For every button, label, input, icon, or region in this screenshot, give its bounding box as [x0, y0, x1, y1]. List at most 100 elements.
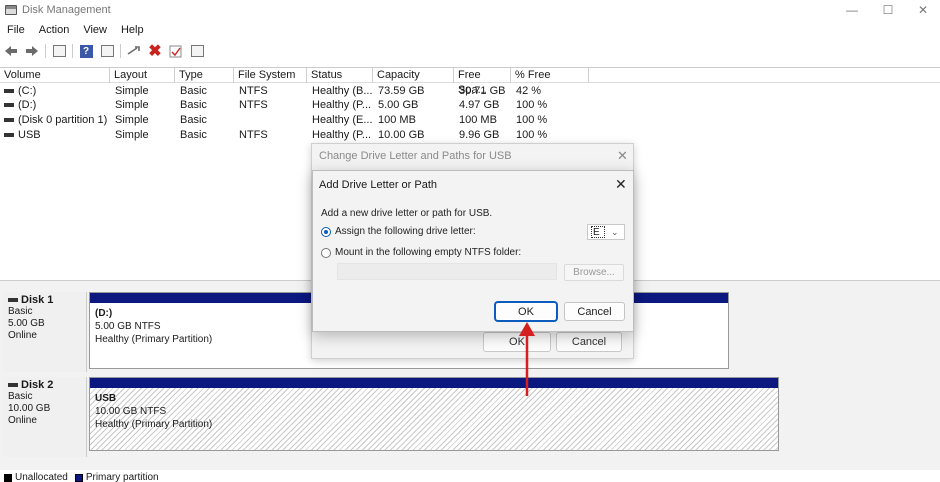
ok-button[interactable]: OK: [495, 302, 557, 321]
disk-size: 5.00 GB: [8, 318, 45, 329]
assign-letter-option[interactable]: Assign the following drive letter:: [321, 226, 476, 237]
delete-icon[interactable]: ✖: [147, 43, 163, 60]
toolbar-divider: [72, 44, 73, 58]
percent-free-cell: 42 %: [516, 85, 542, 97]
disk-list-icon[interactable]: [51, 44, 67, 59]
drive-icon: [4, 89, 14, 94]
layout-cell: Simple: [115, 114, 149, 126]
assign-letter-label: Assign the following drive letter:: [335, 226, 476, 237]
disk-2-info[interactable]: Disk 2 Basic 10.00 GB Online: [3, 377, 87, 457]
chevron-down-icon: ⌄: [611, 226, 619, 237]
cancel-button[interactable]: Cancel: [556, 332, 622, 352]
help-icon[interactable]: ?: [78, 44, 94, 59]
back-arrow-icon[interactable]: [3, 44, 19, 59]
volume-cell: USB: [4, 128, 41, 142]
disk-1-info[interactable]: Disk 1 Basic 5.00 GB Online: [3, 292, 87, 372]
capacity-cell: 10.00 GB: [378, 129, 425, 141]
drive-letter-value: E: [591, 226, 605, 238]
capacity-cell: 5.00 GB: [378, 99, 419, 111]
partition-status: Healthy (Primary Partition): [95, 419, 213, 430]
folder-path-input: [337, 263, 557, 280]
radio-selected-icon[interactable]: [321, 226, 331, 237]
status-cell: Healthy (P...: [312, 129, 372, 141]
table-row[interactable]: USB Simple Basic NTFS Healthy (P... 10.0…: [0, 128, 600, 142]
drive-letter-select[interactable]: E ⌄: [587, 224, 625, 240]
disk-name: Disk 2: [3, 379, 86, 391]
partition-usb[interactable]: USB 10.00 GB NTFS Healthy (Primary Parti…: [89, 377, 779, 451]
annotation-arrow-icon: [519, 322, 535, 396]
layout-cell: Simple: [115, 99, 149, 111]
volume-table-header: Volume Layout Type File System Status Ca…: [0, 67, 940, 96]
mount-folder-option[interactable]: Mount in the following empty NTFS folder…: [321, 247, 521, 258]
dialog-title: Change Drive Letter and Paths for USB: [319, 150, 512, 162]
properties-icon[interactable]: [99, 44, 115, 59]
volume-cell: (C:): [4, 84, 36, 98]
free-space-cell: 100 MB: [459, 114, 497, 126]
capacity-cell: 73.59 GB: [378, 85, 425, 97]
layout-cell: Simple: [115, 129, 149, 141]
close-icon[interactable]: ✕: [617, 148, 628, 164]
status-cell: Healthy (B...: [312, 85, 373, 97]
dialog-description: Add a new drive letter or path for USB.: [321, 208, 493, 219]
table-row[interactable]: (C:) Simple Basic NTFS Healthy (B... 73.…: [0, 84, 600, 98]
legend-primary: Primary partition: [85, 472, 159, 482]
primary-partition-swatch: [74, 473, 83, 482]
percent-free-cell: 100 %: [516, 129, 548, 141]
col-layout[interactable]: Layout: [110, 68, 175, 83]
col-status[interactable]: Status: [307, 68, 373, 83]
maximize-button[interactable]: ☐: [868, 0, 908, 20]
type-cell: Basic: [180, 114, 207, 126]
close-icon[interactable]: ✕: [615, 176, 627, 193]
minimize-button[interactable]: —: [832, 0, 872, 20]
disk-state: Online: [8, 415, 37, 426]
col-file-system[interactable]: File System: [234, 68, 307, 83]
volume-cell: (Disk 0 partition 1): [4, 113, 107, 127]
status-cell: Healthy (P...: [312, 99, 372, 111]
col-volume[interactable]: Volume: [0, 68, 110, 83]
fs-cell: NTFS: [239, 85, 268, 97]
menu-view[interactable]: View: [76, 24, 114, 36]
unallocated-swatch: [4, 473, 12, 482]
volume-cell: (D:): [4, 98, 36, 112]
menu-bar: File Action View Help: [0, 21, 151, 39]
cancel-button[interactable]: Cancel: [564, 302, 625, 321]
free-space-cell: 9.96 GB: [459, 129, 500, 141]
table-row[interactable]: (Disk 0 partition 1) Simple Basic Health…: [0, 113, 600, 127]
drive-icon: [4, 103, 14, 108]
volume-list-icon[interactable]: [189, 44, 205, 59]
free-space-cell: 4.97 GB: [459, 99, 500, 111]
drive-icon: [4, 133, 14, 138]
partition-title: USB: [95, 393, 117, 404]
col-type[interactable]: Type: [175, 68, 234, 83]
drive-icon: [4, 118, 14, 123]
menu-help[interactable]: Help: [114, 24, 151, 36]
close-window-button[interactable]: ✕: [903, 0, 940, 20]
mount-folder-label: Mount in the following empty NTFS folder…: [335, 247, 522, 258]
disk-name: Disk 1: [3, 294, 86, 306]
browse-button: Browse...: [564, 264, 624, 281]
window-title: Disk Management: [22, 4, 111, 16]
legend: Unallocated Primary partition: [4, 472, 159, 482]
toolbar-divider: [45, 44, 46, 58]
disk-state: Online: [8, 330, 37, 341]
fs-cell: NTFS: [239, 129, 268, 141]
connect-icon[interactable]: [126, 44, 142, 59]
title-bar: Disk Management — ☐ ✕: [0, 0, 940, 20]
legend-unallocated: Unallocated: [15, 472, 68, 482]
table-row[interactable]: (D:) Simple Basic NTFS Healthy (P... 5.0…: [0, 98, 600, 112]
check-icon[interactable]: [168, 44, 184, 59]
radio-unselected-icon[interactable]: [321, 247, 331, 258]
type-cell: Basic: [180, 99, 207, 111]
menu-action[interactable]: Action: [32, 24, 77, 36]
col-percent-free[interactable]: % Free: [511, 68, 589, 83]
layout-cell: Simple: [115, 85, 149, 97]
col-free-space[interactable]: Free Spa...: [454, 68, 511, 96]
fs-cell: NTFS: [239, 99, 268, 111]
type-cell: Basic: [180, 85, 207, 97]
disk-type: Basic: [8, 391, 33, 402]
col-capacity[interactable]: Capacity: [373, 68, 454, 83]
disk-size: 10.00 GB: [8, 403, 51, 414]
toolbar-divider: [120, 44, 121, 58]
menu-file[interactable]: File: [0, 24, 32, 36]
forward-arrow-icon[interactable]: [24, 44, 40, 59]
